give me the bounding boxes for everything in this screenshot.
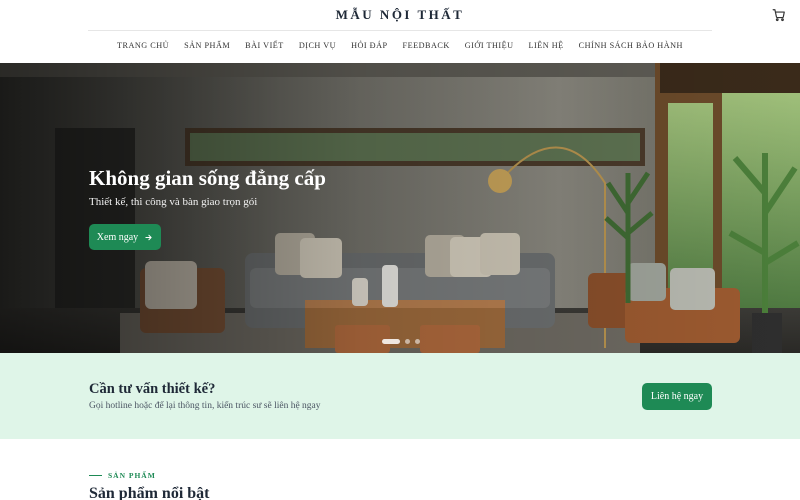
hero-slider: Không gian sống đẳng cấp Thiết kế, thi c… [0,63,800,353]
eyebrow-line [89,475,102,476]
nav-item-gioi-thieu[interactable]: GIỚI THIỆU [465,38,514,54]
contact-now-button[interactable]: Liên hệ ngay [642,383,712,410]
slider-dot-1[interactable] [382,339,400,344]
nav-item-feedback[interactable]: FEEDBACK [403,38,450,54]
hero-background-image [0,63,800,353]
nav-item-san-pham[interactable]: SẢN PHẨM [184,38,230,54]
slider-dots [382,339,420,344]
hero-cta-label: Xem ngay [96,231,139,243]
section-title: Sản phẩm nổi bật [89,485,210,500]
nav-item-lien-he[interactable]: LIÊN HỆ [529,38,564,54]
nav-item-hoi-dap[interactable]: HỎI ĐÁP [351,38,387,54]
nav-item-bai-viet[interactable]: BÀI VIẾT [245,38,284,54]
nav-item-trang-chu[interactable]: TRANG CHỦ [117,38,169,54]
site-logo[interactable]: MẪU NỘI THẤT [0,7,800,23]
main-nav: TRANG CHỦ SẢN PHẨM BÀI VIẾT DỊCH VỤ HỎI … [0,38,800,54]
hero-subtitle: Thiết kế, thi công và bàn giao trọn gói [89,196,258,208]
header-divider [88,30,712,31]
site-header: MẪU NỘI THẤT [0,0,800,30]
section-eyebrow: SẢN PHẨM [89,471,156,480]
hero-title: Không gian sống đẳng cấp [89,166,326,190]
cta-description: Gọi hotline hoặc để lại thông tin, kiến … [89,401,321,411]
nav-item-chinh-sach-bao-hanh[interactable]: CHÍNH SÁCH BẢO HÀNH [579,38,683,54]
cta-title: Cần tư vấn thiết kế? [89,381,216,397]
cart-icon[interactable] [772,8,786,22]
slider-dot-2[interactable] [405,339,410,344]
slider-dot-3[interactable] [415,339,420,344]
hero-cta-button[interactable]: Xem ngay [89,224,161,250]
nav-item-dich-vu[interactable]: DỊCH VỤ [299,38,336,54]
consultation-banner: Cần tư vấn thiết kế? Gọi hotline hoặc để… [0,353,800,439]
arrow-right-icon [145,234,152,240]
eyebrow-label: SẢN PHẨM [108,471,156,480]
